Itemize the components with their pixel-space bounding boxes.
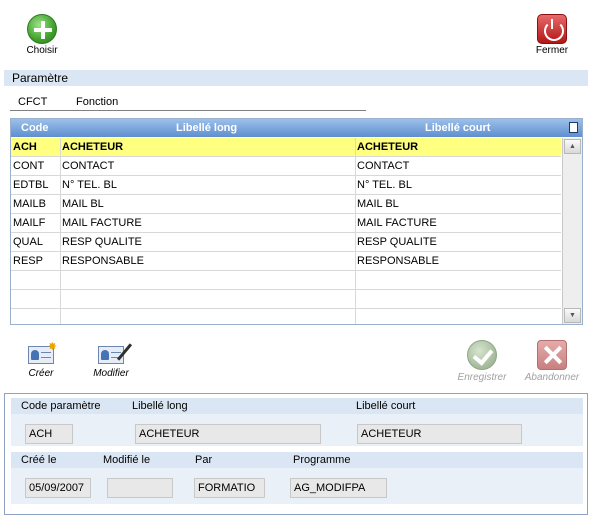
abandonner-label: Abandonner — [524, 372, 580, 383]
fermer-button[interactable]: Fermer — [532, 14, 572, 56]
empty-row — [11, 309, 561, 328]
detail-panel: Code paramètre Libellé long Libellé cour… — [4, 393, 588, 515]
column-header-libelle-long[interactable]: Libellé long — [176, 119, 237, 137]
creer-label: Créer — [28, 368, 54, 379]
cell-court: MAIL FACTURE — [357, 217, 437, 229]
cell-code: QUAL — [13, 236, 43, 248]
table-row[interactable]: EDTBL N° TEL. BL N° TEL. BL — [11, 176, 561, 195]
empty-row — [11, 290, 561, 309]
table-row[interactable]: MAILB MAIL BL MAIL BL — [11, 195, 561, 214]
edit-card-icon — [96, 342, 133, 366]
cell-long: MAIL FACTURE — [62, 217, 142, 229]
programme-field[interactable]: AG_MODIFPA — [290, 478, 387, 498]
add-icon — [27, 14, 57, 44]
label-code-parametre: Code paramètre — [21, 400, 101, 412]
cell-code: EDTBL — [13, 179, 49, 191]
table-row[interactable]: QUAL RESP QUALITE RESP QUALITE — [11, 233, 561, 252]
cell-court: MAIL BL — [357, 198, 399, 210]
column-header-libelle-court[interactable]: Libellé court — [425, 119, 490, 137]
cell-long: RESPONSABLE — [62, 255, 144, 267]
cell-long: RESP QUALITE — [62, 236, 142, 248]
cell-long: CONTACT — [62, 160, 115, 172]
cell-court: N° TEL. BL — [357, 179, 412, 191]
column-divider — [60, 138, 61, 324]
modifier-button[interactable]: Modifier — [86, 342, 136, 379]
table-row[interactable]: MAILF MAIL FACTURE MAIL FACTURE — [11, 214, 561, 233]
scroll-down-icon[interactable]: ▼ — [564, 308, 581, 323]
fermer-label: Fermer — [535, 45, 569, 56]
cell-code: MAILF — [13, 217, 46, 229]
libelle-long-field[interactable]: ACHETEUR — [135, 424, 321, 444]
vertical-scrollbar[interactable]: ▲ ▼ — [562, 138, 582, 324]
cell-long: N° TEL. BL — [62, 179, 117, 191]
code-parametre-field[interactable]: ACH — [25, 424, 73, 444]
cancel-x-icon — [537, 340, 567, 370]
abandonner-button[interactable]: Abandonner — [520, 340, 584, 383]
empty-row — [11, 271, 561, 290]
grid-body: ACH ACHETEUR ACHETEUR CONT CONTACT CONTA… — [11, 138, 561, 324]
cell-long: ACHETEUR — [62, 141, 124, 153]
cell-court: RESPONSABLE — [357, 255, 439, 267]
label-programme: Programme — [293, 454, 351, 466]
param-divider — [10, 110, 366, 111]
modifier-label: Modifier — [93, 368, 129, 379]
checkmark-icon — [467, 340, 497, 370]
table-row[interactable]: CONT CONTACT CONTACT — [11, 157, 561, 176]
cell-code: RESP — [13, 255, 43, 267]
cell-court: CONTACT — [357, 160, 410, 172]
grid-header: Code Libellé long Libellé court — [11, 119, 582, 137]
cell-code: CONT — [13, 160, 45, 172]
param-name: Fonction — [76, 96, 119, 108]
trash-icon[interactable] — [569, 122, 578, 133]
scroll-up-icon[interactable]: ▲ — [564, 139, 581, 154]
parameter-grid[interactable]: Code Libellé long Libellé court ACH ACHE… — [10, 118, 583, 325]
creer-button[interactable]: ✸ Créer — [22, 341, 60, 379]
new-card-icon: ✸ — [26, 341, 57, 366]
table-row[interactable]: RESP RESPONSABLE RESPONSABLE — [11, 252, 561, 271]
libelle-court-field[interactable]: ACHETEUR — [357, 424, 522, 444]
column-divider — [355, 138, 356, 324]
enregistrer-button[interactable]: Enregistrer — [451, 340, 513, 383]
power-icon — [537, 14, 567, 44]
label-libelle-court: Libellé court — [356, 400, 416, 412]
label-par: Par — [195, 454, 213, 466]
param-code: CFCT — [18, 96, 48, 108]
choisir-button[interactable]: Choisir — [22, 14, 62, 56]
cell-court: ACHETEUR — [357, 141, 419, 153]
column-header-code[interactable]: Code — [21, 119, 49, 137]
enregistrer-label: Enregistrer — [457, 372, 507, 383]
cell-court: RESP QUALITE — [357, 236, 437, 248]
section-header: Paramètre — [4, 70, 588, 86]
label-cree-le: Créé le — [21, 454, 57, 466]
modifie-le-field[interactable] — [107, 478, 173, 498]
cree-le-field[interactable]: 05/09/2007 — [25, 478, 91, 498]
cell-code: ACH — [13, 141, 37, 153]
table-row[interactable]: ACH ACHETEUR ACHETEUR — [11, 138, 561, 157]
label-libelle-long: Libellé long — [132, 400, 188, 412]
par-field[interactable]: FORMATIO — [194, 478, 265, 498]
cell-code: MAILB — [13, 198, 47, 210]
cell-long: MAIL BL — [62, 198, 104, 210]
label-modifie-le: Modifié le — [103, 454, 151, 466]
choisir-label: Choisir — [26, 45, 58, 56]
